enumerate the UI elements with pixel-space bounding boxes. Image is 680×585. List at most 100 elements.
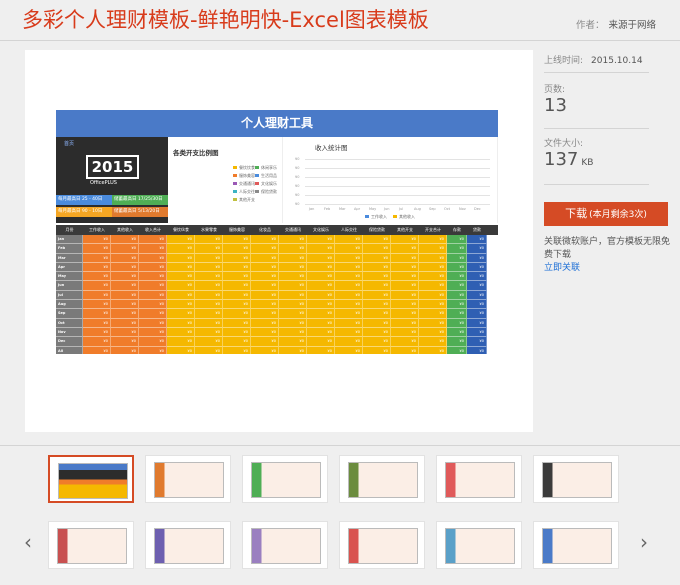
thumbnail-sheet-6[interactable] [533, 455, 619, 503]
table-cell: ¥0 [307, 327, 335, 338]
author-info: 作者： 来源于网络 [576, 17, 656, 31]
gridline [305, 177, 490, 178]
table-cell: ¥0 [467, 318, 487, 328]
size-unit: KB [581, 158, 594, 168]
chevron-right-icon[interactable]: › [640, 530, 648, 554]
table-cell: ¥0 [139, 290, 167, 301]
table-header-cell: 保险贷款 [369, 227, 385, 232]
table-cell: ¥0 [391, 327, 419, 338]
table-header-cell: 化妆品 [259, 227, 271, 232]
table-header-cell: 存款 [453, 227, 461, 232]
table-cell: ¥0 [363, 272, 391, 282]
thumbnail-preview [542, 528, 612, 564]
table-cell: Mar [56, 253, 83, 263]
thumbnail-sheet-4[interactable] [339, 455, 425, 503]
table-cell: ¥0 [223, 272, 251, 282]
thumbnail-sheet-5[interactable] [436, 455, 522, 503]
table-cell: Sep [56, 309, 83, 319]
table-cell: ¥0 [111, 300, 139, 310]
table-cell: ¥0 [335, 309, 363, 319]
table-cell: ¥0 [195, 235, 223, 245]
table-cell: ¥0 [251, 300, 279, 310]
account-notice: 关联微软账户，官方模板无限免费下载 立即关联 [544, 236, 674, 275]
table-cell: ¥0 [447, 300, 467, 310]
year-box: 2015 [86, 155, 139, 179]
table-row: Dec ¥0 ¥0 ¥0 ¥0 ¥0 ¥0 ¥0 ¥0 ¥0 ¥0 ¥0 ¥0 ¥0 ¥0 ¥0 [56, 337, 498, 347]
thumbnail-sheet-3[interactable] [242, 455, 328, 503]
table-cell: ¥0 [251, 327, 279, 338]
table-cell: ¥0 [363, 309, 391, 319]
table-cell: ¥0 [251, 346, 279, 354]
table-cell: ¥0 [363, 346, 391, 354]
thumbnail-sheet-9[interactable] [242, 521, 328, 569]
table-row: Jan ¥0 ¥0 ¥0 ¥0 ¥0 ¥0 ¥0 ¥0 ¥0 ¥0 ¥0 ¥0 ¥0 ¥0 ¥0 [56, 235, 498, 245]
table-cell: ¥0 [307, 262, 335, 273]
table-cell: ¥0 [167, 244, 195, 254]
y-tick-label: ¥0 [295, 202, 300, 206]
table-cell: ¥0 [139, 300, 167, 310]
line-legend-item: 其他收入 [393, 214, 415, 220]
thumbnail-sheet-2[interactable] [145, 455, 231, 503]
table-cell: Dec [56, 337, 83, 347]
table-cell: ¥0 [419, 300, 447, 310]
pie-legend-item: 餐饮饮食 [233, 165, 255, 171]
year-subtitle: OfficePLUS [90, 180, 117, 186]
download-button[interactable]: 下载 (本月剩余3次) [544, 202, 668, 226]
table-cell: ¥0 [307, 253, 335, 263]
link-account-link[interactable]: 立即关联 [544, 263, 580, 273]
table-cell: ¥0 [195, 290, 223, 301]
table-cell: ¥0 [223, 235, 251, 245]
thumbnail-sheet-10[interactable] [339, 521, 425, 569]
y-tick-label: ¥0 [295, 166, 300, 170]
table-cell: ¥0 [111, 262, 139, 273]
table-cell: ¥0 [419, 337, 447, 347]
table-cell: ¥0 [419, 290, 447, 301]
thumbnail-sheet-11[interactable] [436, 521, 522, 569]
x-tick-label: Feb [324, 207, 331, 211]
upload-info: 上线时间: 2015.10.14 [544, 48, 649, 67]
table-cell: ¥0 [111, 337, 139, 347]
table-cell: ¥0 [223, 281, 251, 291]
thumbnail-sheet-12[interactable] [533, 521, 619, 569]
table-header-cell: 水果零食 [201, 227, 217, 232]
table-cell: Jun [56, 281, 83, 291]
table-cell: ¥0 [307, 290, 335, 301]
sheet-menu-link[interactable]: 首页 [64, 140, 74, 147]
x-tick-label: Mar [339, 207, 346, 211]
table-cell: ¥0 [223, 346, 251, 354]
legend-swatch [233, 166, 237, 169]
stat-value: 17/25/30日 [137, 197, 163, 202]
table-cell: ¥0 [251, 253, 279, 263]
table-cell: ¥0 [223, 262, 251, 273]
sheet-title: 个人理财工具 [56, 110, 498, 137]
table-cell: ¥0 [251, 337, 279, 347]
table-cell: ¥0 [251, 290, 279, 301]
table-header-cell: 收入合计 [145, 227, 161, 232]
chevron-left-icon[interactable]: ‹ [24, 530, 32, 554]
table-cell: ¥0 [251, 244, 279, 254]
table-cell: ¥0 [363, 318, 391, 328]
table-row: May ¥0 ¥0 ¥0 ¥0 ¥0 ¥0 ¥0 ¥0 ¥0 ¥0 ¥0 ¥0 ¥0 ¥0 ¥0 [56, 272, 498, 282]
x-tick-label: Dec [474, 207, 481, 211]
thumbnail-sheet-8[interactable] [145, 521, 231, 569]
table-cell: ¥0 [167, 262, 195, 273]
table-cell: ¥0 [139, 244, 167, 254]
table-cell: ¥0 [279, 318, 307, 328]
thumbnail-sheet-1[interactable] [48, 455, 134, 503]
pages-label: 页数: [544, 85, 566, 95]
table-cell: ¥0 [363, 235, 391, 245]
table-cell: ¥0 [167, 235, 195, 245]
table-cell: ¥0 [195, 318, 223, 328]
y-tick-label: ¥0 [295, 193, 300, 197]
table-cell: ¥0 [139, 253, 167, 263]
table-header-cell: 月份 [65, 227, 74, 232]
table-row: Mar ¥0 ¥0 ¥0 ¥0 ¥0 ¥0 ¥0 ¥0 ¥0 ¥0 ¥0 ¥0 ¥0 ¥0 ¥0 [56, 253, 498, 263]
y-tick-label: ¥0 [295, 184, 300, 188]
table-cell: ¥0 [279, 337, 307, 347]
table-row: Apr ¥0 ¥0 ¥0 ¥0 ¥0 ¥0 ¥0 ¥0 ¥0 ¥0 ¥0 ¥0 ¥0 ¥0 ¥0 [56, 262, 498, 273]
x-tick-label: Oct [444, 207, 451, 211]
thumbnail-sheet-7[interactable] [48, 521, 134, 569]
table-cell: ¥0 [195, 327, 223, 338]
table-cell: ¥0 [279, 235, 307, 245]
stat-label: 储蓄最高日 [114, 209, 138, 214]
